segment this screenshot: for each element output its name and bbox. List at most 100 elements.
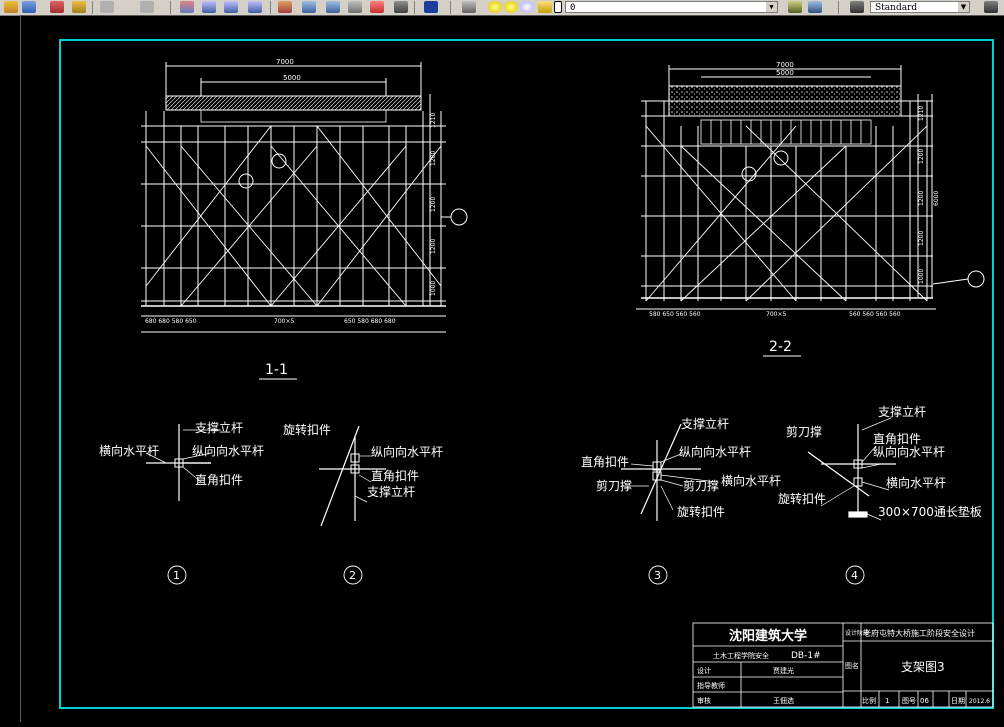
tb-department: 土木工程学院安全 [713, 651, 769, 660]
help-icon[interactable] [424, 1, 438, 13]
view-label-1-1: 1-1 [265, 362, 288, 378]
tb-drawing-title: 支架图3 [901, 660, 945, 674]
brush-icon[interactable] [72, 1, 86, 13]
d4-base-plate-label: 300×700通长垫板 [878, 504, 982, 519]
d3-transverse-bar-label: 横向水平杆 [721, 473, 781, 488]
markup-icon[interactable] [370, 1, 384, 13]
v2-total-dim: 7000 [776, 61, 794, 69]
redo-arrow-icon[interactable] [140, 1, 154, 13]
d4-scissor-brace-label: 剪刀撑 [786, 424, 822, 439]
toolbar: 0 ▼ Standard ▼ [0, 0, 1004, 16]
deck-joists [710, 120, 862, 144]
tb-project-name: 老府屯特大桥施工阶段安全设计 [863, 628, 975, 638]
tb-review-label: 指导教师 [697, 681, 725, 690]
light-bulb-icon[interactable] [488, 1, 502, 13]
tb-scale-value: 1 [885, 697, 889, 705]
drawing-frame-border [59, 39, 994, 709]
d4-vertical-pole-label: 支撑立杆 [878, 404, 926, 419]
v1-right-dim-1: 1210 [430, 113, 437, 128]
zoom-window-icon[interactable] [224, 1, 238, 13]
zoom-realtime-icon[interactable] [202, 1, 216, 13]
vertical-poles-2 [645, 101, 928, 301]
dimension-style-icon[interactable] [984, 1, 998, 13]
v1-inner-dim: 5000 [283, 74, 301, 82]
scissor-braces-2 [645, 125, 928, 302]
drawing-canvas[interactable]: 7000 5000 680 680 580 650 700×5 650 580 … [20, 15, 1004, 722]
d3-scissor-brace-label-2: 剪刀撑 [683, 478, 719, 493]
design-center-icon[interactable] [302, 1, 316, 13]
d1-vertical-pole-label: 支撑立杆 [195, 420, 243, 435]
d4-transverse-bar-label: 横向水平杆 [886, 475, 946, 490]
tb-university: 沈阳建筑大学 [729, 628, 807, 644]
layer-value: 0 [570, 3, 576, 13]
vertical-poles [145, 111, 442, 306]
d3-scissor-brace-label: 剪刀撑 [596, 478, 632, 493]
pan-icon[interactable] [180, 1, 194, 13]
v2-total-height-dim: 6000 [933, 191, 940, 206]
v1-right-dim-5: 1000 [430, 281, 437, 296]
tb-designer-value: 贾建光 [773, 666, 794, 675]
undo-icon[interactable] [22, 1, 36, 13]
v2-right-dim-2: 1200 [918, 149, 925, 164]
text-style-icon[interactable] [850, 1, 864, 13]
v2-right-dim-3: 1200 [918, 191, 925, 206]
tool-palette-icon[interactable] [326, 1, 340, 13]
layer-dropdown[interactable]: 0 ▼ [565, 1, 778, 13]
view-label-2-2: 2-2 [769, 339, 792, 355]
tb-checker-value: 王佃选 [773, 696, 794, 705]
tb-scale-label: 比例 [862, 696, 876, 705]
layer-previous-icon[interactable] [788, 1, 802, 13]
lock-icon[interactable] [538, 1, 552, 13]
tb-sheet-label: 图号 [902, 697, 916, 705]
v1-total-dim: 7000 [276, 58, 294, 66]
v2-bottom-left-dims: 580 650 560 560 [649, 311, 701, 318]
horizontal-ledgers-2 [641, 100, 933, 287]
d2-right-angle-clamp-label: 直角扣件 [371, 469, 419, 483]
v1-bottom-right-dims: 650 580 680 680 [344, 318, 396, 325]
properties-icon[interactable] [278, 1, 292, 13]
v2-inner-dim: 5000 [776, 69, 794, 77]
d4-longitudinal-bar-label: 纵向向水平杆 [873, 444, 945, 459]
d2-vertical-pole-label: 支撑立杆 [367, 484, 415, 499]
scaffold-elevation-2 [636, 65, 985, 310]
d4-right-angle-clamp-label: 直角扣件 [873, 432, 921, 446]
pencil-icon[interactable] [50, 1, 64, 13]
chevron-down-icon[interactable]: ▼ [958, 2, 969, 12]
chevron-down-icon[interactable]: ▼ [766, 2, 777, 12]
open-icon[interactable] [4, 1, 18, 13]
tb-total-label: 日期 [951, 697, 965, 705]
sheet-set-icon[interactable] [348, 1, 362, 13]
v2-right-dim-5: 1000 [918, 269, 925, 284]
tb-check-label: 审核 [697, 696, 711, 705]
tb-sheet-value: 06 [920, 697, 929, 705]
calculator-icon[interactable] [394, 1, 408, 13]
undo-arrow-icon[interactable] [100, 1, 114, 13]
v2-right-dim-1: 1210 [918, 106, 925, 121]
d2-longitudinal-bar-label: 纵向向水平杆 [371, 444, 443, 459]
tb-drawing-no: DB-1# [791, 651, 821, 661]
d1-transverse-bar-label: 横向水平杆 [99, 443, 159, 458]
tb-designer-label: 设计 [697, 666, 711, 675]
d3-number: 3 [654, 569, 661, 582]
v1-bottom-left-dims: 680 680 580 650 [145, 318, 197, 325]
d3-right-angle-clamp-label: 直角扣件 [581, 455, 629, 469]
color-swatch-icon[interactable] [554, 1, 562, 13]
freeze-icon[interactable] [520, 1, 534, 13]
v2-right-dims: 1210 1200 1200 1200 1000 6000 [918, 106, 940, 284]
zoom-previous-icon[interactable] [248, 1, 262, 13]
v1-right-dim-3: 1200 [430, 197, 437, 212]
v2-bottom-right-dims: 560 560 560 560 [849, 311, 901, 318]
text-style-dropdown[interactable]: Standard ▼ [870, 1, 970, 13]
layer-manager-icon[interactable] [462, 1, 476, 13]
d4-number: 4 [851, 569, 858, 582]
d3-swivel-clamp-label: 旋转扣件 [677, 504, 725, 519]
sun-icon[interactable] [504, 1, 518, 13]
v1-bottom-mid-dim: 700×5 [274, 318, 294, 325]
text-style-value: Standard [875, 3, 918, 13]
v2-bottom-mid-dim: 700×5 [766, 311, 786, 318]
d2-swivel-clamp-label: 旋转扣件 [283, 422, 331, 437]
tb-date-value: 2012.6 [969, 698, 990, 705]
layer-states-icon[interactable] [808, 1, 822, 13]
tb-sign-label: 图名 [845, 661, 859, 670]
d1-right-angle-clamp-label: 直角扣件 [195, 473, 243, 487]
